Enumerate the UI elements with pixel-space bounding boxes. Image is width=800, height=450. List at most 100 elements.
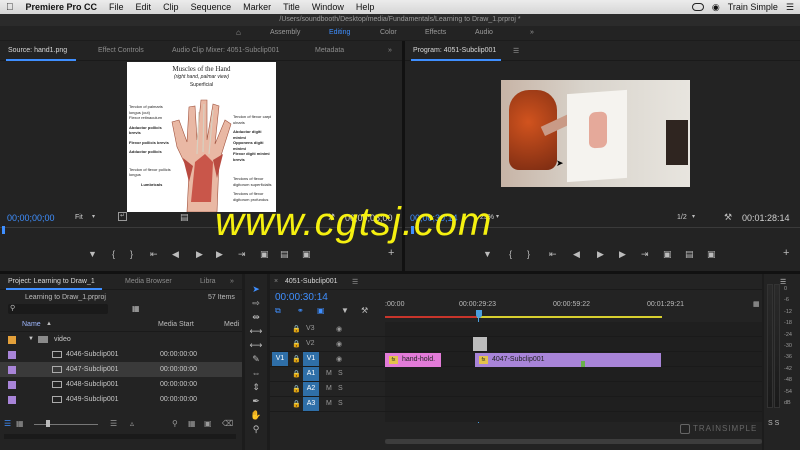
col-media-start[interactable]: Media Start (158, 321, 194, 328)
track-label[interactable]: V3 (306, 325, 315, 332)
col-media-end[interactable]: Medi (224, 321, 239, 328)
mark-in-icon[interactable]: { (509, 249, 512, 259)
timeline-scrollbar[interactable] (385, 439, 762, 444)
solo-button-icon[interactable]: S (338, 370, 343, 377)
step-forward-icon[interactable]: ▶ (619, 249, 626, 260)
app-menu[interactable]: Premiere Pro CC (20, 2, 104, 12)
sort-icons-icon[interactable]: ☰ (110, 419, 117, 428)
solo-button-icon[interactable]: S (338, 385, 343, 392)
tab-project[interactable]: Project: Learning to Draw_1 (8, 278, 95, 285)
workspace-editing[interactable]: Editing (329, 29, 350, 36)
insert-icon[interactable]: ▣ (260, 249, 269, 260)
linked-selection-icon[interactable]: ⚭ (297, 306, 304, 315)
work-area-yellow[interactable] (477, 316, 662, 318)
overwrite-icon[interactable]: ▤ (280, 249, 289, 260)
add-marker-icon[interactable]: ▼ (483, 249, 492, 259)
tab-sequence[interactable]: 4051-Subclip001 (285, 278, 338, 285)
home-icon[interactable]: ⌂ (236, 28, 241, 37)
workspace-audio[interactable]: Audio (475, 29, 493, 36)
track-label[interactable]: V2 (306, 340, 315, 347)
time-ruler[interactable]: :00:00 00:00:29:23 00:00:59:22 00:01:29:… (385, 298, 762, 320)
mark-out-icon[interactable]: } (527, 249, 530, 259)
track-area[interactable]: fx hand-hold. fx 4047-Subclip001 (385, 322, 762, 422)
ripple-edit-tool-icon[interactable]: ⇹ (245, 312, 267, 323)
source-patch-v1[interactable]: V1 (272, 352, 288, 366)
workspace-color[interactable]: Color (380, 29, 397, 36)
list-view-icon[interactable]: ☰ (4, 419, 11, 428)
camera-icon[interactable]: ▣ (707, 249, 716, 260)
tab-effect-controls[interactable]: Effect Controls (98, 47, 144, 54)
source-timecode-in[interactable]: 00;00;00;00 (7, 213, 55, 223)
add-marker-icon[interactable]: ▼ (88, 249, 97, 259)
timeline-timecode[interactable]: 00:00:30:14 (275, 292, 328, 303)
tab-metadata[interactable]: Metadata (315, 47, 344, 54)
go-to-in-icon[interactable]: ⇤ (549, 249, 557, 260)
zoom-chevron[interactable]: ▾ (496, 213, 499, 220)
eye-icon[interactable]: ◉ (336, 325, 342, 333)
menu-title[interactable]: Title (277, 2, 306, 12)
sort-icon[interactable]: ▲ (46, 321, 52, 327)
disclosure-triangle-icon[interactable]: ▼ (28, 332, 34, 347)
mark-in-icon[interactable]: { (112, 249, 115, 259)
find-icon[interactable]: ⚲ (172, 419, 178, 428)
resolution-chevron[interactable]: ▾ (692, 213, 695, 220)
menu-list-icon[interactable]: ☰ (786, 2, 794, 13)
razor-tool-icon[interactable]: ✎ (245, 354, 267, 365)
ruler-menu-icon[interactable]: ▦ (753, 300, 760, 308)
slip-tool-icon[interactable]: ⇔ (245, 368, 267, 378)
add-button-icon[interactable]: + (783, 247, 789, 259)
project-scrollbar[interactable] (4, 434, 236, 439)
automate-icon[interactable]: ▵ (130, 419, 134, 428)
add-marker-icon[interactable]: ▣ (317, 306, 325, 315)
source-settings-icon[interactable]: ▤ (180, 212, 189, 223)
timeline-playhead-head[interactable] (476, 310, 482, 318)
scrollbar-thumb[interactable] (385, 439, 762, 444)
menu-marker[interactable]: Marker (237, 2, 277, 12)
wifi-icon[interactable]: ◉ (712, 2, 720, 13)
play-icon[interactable]: ▶ (196, 249, 203, 260)
tab-audio-clip-mixer[interactable]: Audio Clip Mixer: 4051-Subclip001 (172, 47, 279, 54)
fit-dropdown[interactable]: Fit (75, 214, 83, 221)
rate-stretch-tool-icon[interactable]: ⟷ (245, 340, 267, 351)
timeline-wrench-icon[interactable]: ⚒ (361, 306, 368, 315)
menu-file[interactable]: File (103, 2, 130, 12)
list-item[interactable]: 4049-Subclip001 00:00:00:00 (0, 392, 242, 407)
panel-menu-icon[interactable]: ☰ (513, 47, 519, 55)
panel-menu-icon[interactable]: » (388, 47, 392, 54)
add-button-icon[interactable]: + (388, 247, 394, 259)
zoom-slider[interactable] (34, 424, 98, 425)
lock-icon[interactable]: 🔒 (292, 385, 301, 393)
list-item[interactable]: 4046-Subclip001 00:00:00:00 (0, 347, 242, 362)
tab-program[interactable]: Program: 4051-Subclip001 (413, 47, 496, 54)
workspace-effects[interactable]: Effects (425, 29, 446, 36)
list-item[interactable]: 4048-Subclip001 00:00:00:00 (0, 377, 242, 392)
tab-libraries[interactable]: Libra (200, 278, 216, 285)
new-bin-icon[interactable]: ▦ (132, 304, 140, 313)
lock-icon[interactable]: 🔒 (292, 325, 301, 333)
go-to-out-icon[interactable]: ⇥ (641, 249, 649, 260)
tab-media-browser[interactable]: Media Browser (125, 278, 172, 285)
lock-icon[interactable]: 🔒 (292, 400, 301, 408)
icon-view-icon[interactable]: ▦ (16, 419, 24, 428)
clip-hand-hold[interactable]: fx hand-hold. (385, 353, 441, 367)
slide-tool-icon[interactable]: ⇕ (245, 382, 267, 393)
selection-tool-icon[interactable]: ➤ (245, 284, 267, 295)
list-item[interactable]: 4047-Subclip001 00:00:00:00 (0, 362, 242, 377)
extract-icon[interactable]: ▤ (685, 249, 694, 260)
pen-tool-icon[interactable]: ✒ (245, 396, 267, 407)
marker-icon[interactable]: ▼ (341, 306, 349, 315)
track-label[interactable]: A1 (303, 367, 319, 381)
solo-button-icon[interactable]: S (338, 400, 343, 407)
track-label[interactable]: A2 (303, 382, 319, 396)
go-to-out-icon[interactable]: ⇥ (238, 249, 246, 260)
menu-clip[interactable]: Clip (157, 2, 185, 12)
track-label[interactable]: A3 (303, 397, 319, 411)
snap-icon[interactable]: ⧉ (275, 306, 281, 316)
creative-cloud-icon[interactable] (691, 3, 704, 11)
col-name[interactable]: Name (22, 321, 41, 328)
mute-button-icon[interactable]: M (326, 400, 332, 407)
mute-button-icon[interactable]: M (326, 370, 332, 377)
track-label[interactable]: V1 (303, 352, 319, 366)
lift-icon[interactable]: ▣ (663, 249, 672, 260)
lock-icon[interactable]: 🔒 (292, 340, 301, 348)
